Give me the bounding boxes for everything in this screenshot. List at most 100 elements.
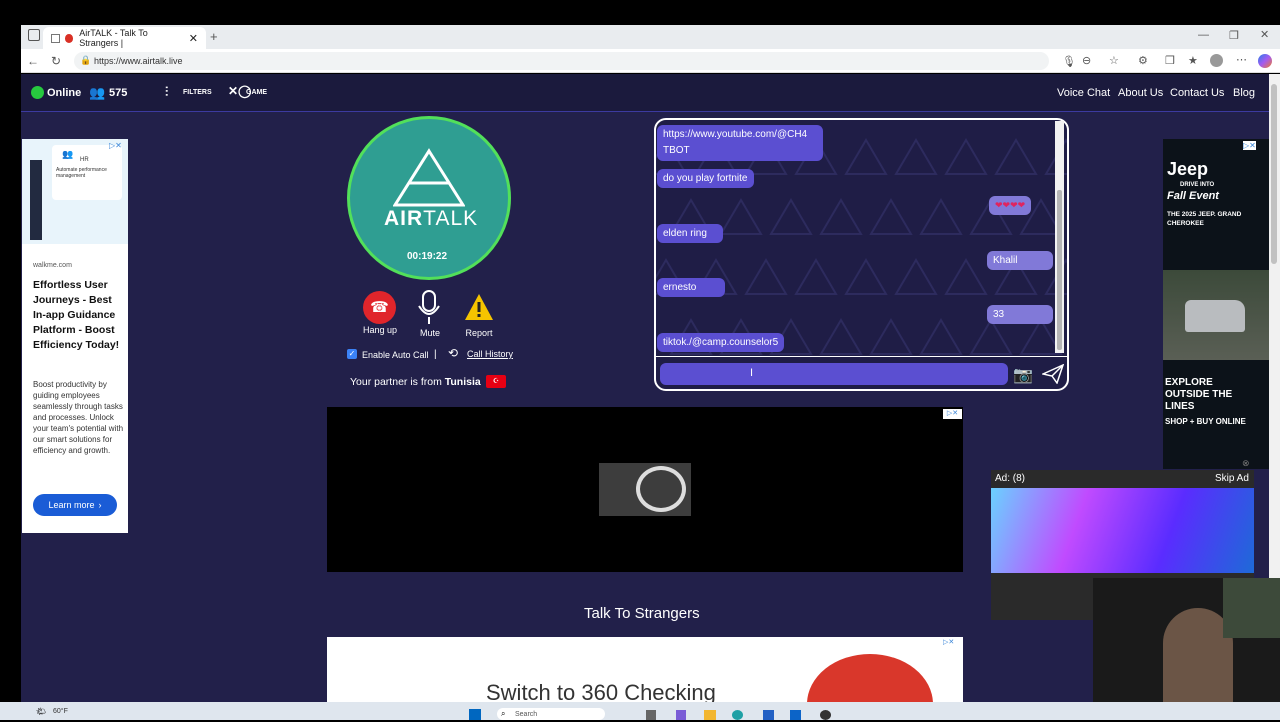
webcam-overlay	[1093, 578, 1280, 720]
left-ad-phone	[30, 160, 42, 240]
tunisia-flag-icon: ☪	[486, 375, 506, 388]
pattern-triangle	[919, 318, 963, 355]
skip-ad-button[interactable]: Skip Ad	[1215, 473, 1249, 484]
pattern-triangle	[719, 198, 763, 235]
copilot-icon[interactable]	[1258, 54, 1272, 68]
report-label[interactable]: Report	[462, 328, 496, 338]
pattern-triangle	[944, 138, 988, 175]
sidebar-toggle-icon[interactable]	[28, 29, 40, 41]
recording-icon	[64, 33, 74, 43]
bottom-ad-person-image	[807, 654, 933, 702]
back-icon[interactable]: ←	[27, 54, 39, 68]
mic-icon[interactable]: 🎙	[1062, 55, 1076, 68]
camera-icon[interactable]: 📷	[1013, 365, 1033, 385]
restore-icon[interactable]: ❐	[1229, 29, 1239, 42]
jeep-line1: DRIVE INTO	[1180, 182, 1215, 188]
user-count: 575	[109, 87, 128, 99]
chat-message: 33	[987, 305, 1053, 324]
edge-icon[interactable]	[732, 710, 743, 720]
pattern-triangle	[944, 258, 988, 295]
screen-top-bar	[0, 0, 1280, 25]
auto-call-checkbox[interactable]: ✓	[347, 349, 357, 359]
pattern-triangle	[819, 318, 863, 355]
chat-scrollbar-thumb[interactable]	[1057, 190, 1062, 350]
copilot-taskbar-icon[interactable]	[676, 710, 686, 720]
file-explorer-icon[interactable]	[704, 710, 716, 720]
nav-voice-chat[interactable]: Voice Chat	[1057, 87, 1110, 99]
microphone-icon[interactable]	[417, 290, 441, 326]
favorite-icon[interactable]: ☆	[1109, 54, 1119, 67]
mute-label[interactable]: Mute	[414, 328, 446, 338]
ad-countdown: Ad: (8)	[995, 473, 1026, 484]
filters-icon[interactable]: ⫶	[165, 84, 168, 100]
extension-icon[interactable]: ⚙	[1138, 54, 1148, 67]
menu-icon[interactable]: ⋯	[1236, 53, 1247, 66]
taskbar-search[interactable]: Search	[497, 708, 605, 720]
auto-call-label[interactable]: Enable Auto Call	[362, 350, 429, 360]
minimize-icon[interactable]: —	[1198, 29, 1209, 41]
send-icon[interactable]	[1042, 364, 1064, 384]
adchoices-icon[interactable]: ▷✕	[109, 141, 122, 150]
bottom-ad[interactable]: Switch to 360 Checking	[327, 637, 963, 702]
store-icon[interactable]	[763, 710, 774, 720]
chat-message-hearts: ❤❤❤❤	[989, 196, 1032, 215]
game-button[interactable]: GAME	[246, 89, 267, 96]
section-title: Talk To Strangers	[584, 605, 700, 622]
windows-start-icon[interactable]	[469, 709, 481, 720]
close-ad-icon[interactable]: ⊗	[1242, 458, 1250, 469]
hangup-label[interactable]: Hang up	[360, 325, 400, 335]
chat-message: do you play fortnite	[657, 169, 754, 188]
hangup-icon[interactable]: ☎	[363, 291, 396, 324]
chat-message: https://www.youtube.com/@CH4 TBOT	[657, 125, 823, 161]
pattern-triangle	[894, 138, 938, 175]
chat-message: tiktok./@camp.counselor5	[657, 333, 785, 352]
scrollbar-thumb[interactable]	[1271, 84, 1277, 264]
chat-input[interactable]	[660, 363, 1008, 385]
close-window-icon[interactable]: ✕	[1260, 28, 1269, 41]
outlook-icon[interactable]	[790, 710, 801, 720]
pattern-triangle	[919, 198, 963, 235]
chat-message: elden ring	[657, 224, 723, 243]
adchoices-icon[interactable]: ▷✕	[1243, 141, 1256, 150]
online-status-icon	[31, 86, 44, 99]
learn-more-label: Learn more	[48, 500, 95, 510]
split-screen-icon[interactable]: ❒	[1165, 54, 1175, 67]
pattern-triangle	[994, 138, 1038, 175]
bottom-ad-headline: Switch to 360 Checking	[486, 680, 716, 702]
weather-temp[interactable]: 60°F	[53, 708, 68, 715]
browser-tab[interactable]: AirTALK - Talk To Strangers | ✕	[43, 27, 206, 49]
close-tab-icon[interactable]: ✕	[189, 32, 198, 45]
pattern-triangle	[869, 198, 913, 235]
url-field[interactable]: https://www.airtalk.live	[74, 52, 1049, 70]
favorites-icon[interactable]: ★	[1188, 54, 1198, 67]
warning-icon[interactable]	[464, 293, 494, 321]
filters-button[interactable]: FILTERS	[183, 89, 212, 96]
jeep-car-icon	[1185, 300, 1245, 332]
tab-favicon-icon	[51, 33, 60, 43]
adchoices-icon[interactable]: ▷✕	[943, 638, 954, 646]
left-ad-headline[interactable]: Effortless User Journeys - Best In-app G…	[33, 278, 123, 353]
nav-contact-us[interactable]: Contact Us	[1170, 87, 1224, 99]
left-ad-domain[interactable]: walkme.com	[33, 262, 72, 269]
new-tab-button[interactable]: +	[210, 29, 218, 44]
task-view-icon[interactable]	[646, 710, 656, 720]
profile-avatar[interactable]	[1210, 54, 1223, 67]
pattern-triangle	[894, 258, 938, 295]
weather-icon[interactable]: 🌤	[36, 707, 46, 716]
history-icon[interactable]: ⟲	[448, 346, 458, 360]
more-icon[interactable]: ⊖	[1082, 54, 1091, 67]
pattern-triangle	[794, 258, 838, 295]
obs-icon[interactable]	[820, 710, 831, 720]
adchoices-icon[interactable]: ▷✕	[943, 409, 962, 419]
video-ad-image	[991, 488, 1254, 573]
pattern-triangle	[819, 198, 863, 235]
refresh-icon[interactable]: ↻	[51, 54, 61, 68]
call-history-link[interactable]: Call History	[467, 349, 513, 359]
logo-air: AIR	[384, 207, 424, 230]
nav-about-us[interactable]: About Us	[1118, 87, 1163, 99]
nav-blog[interactable]: Blog	[1233, 87, 1255, 99]
jeep-brand: Jeep	[1167, 159, 1209, 179]
webcam-background	[1223, 578, 1280, 638]
learn-more-button[interactable]: Learn more ›	[33, 494, 117, 516]
chevron-right-icon: ›	[98, 500, 102, 510]
